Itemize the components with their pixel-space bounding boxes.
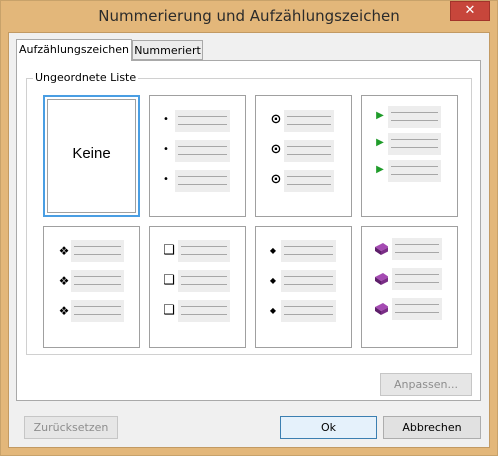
- green-triangle-bullet-icon: ▶: [376, 164, 384, 175]
- dialog-title: Nummerierung und Aufzählungszeichen: [98, 7, 400, 25]
- style-small-dot[interactable]: • • •: [149, 95, 246, 217]
- tab-panel: Ungeordnete Liste Keine • • • ⊙ ⊙ ⊙ ▶ ▶ …: [16, 60, 481, 401]
- close-icon: ✕: [464, 3, 476, 18]
- four-diamond-bullet-icon: ❖: [58, 274, 70, 288]
- small-dot-bullet-icon: •: [163, 114, 169, 125]
- small-diamond-bullet-icon: ◆: [269, 276, 277, 285]
- ok-button[interactable]: Ok: [280, 416, 377, 439]
- four-diamond-bullet-icon: ❖: [58, 304, 70, 318]
- style-hollow-square[interactable]: ❑ ❑ ❑: [149, 226, 246, 348]
- small-diamond-bullet-icon: ◆: [269, 246, 277, 255]
- customize-button[interactable]: Anpassen...: [380, 373, 472, 396]
- purple-book-bullet-icon: [375, 303, 388, 315]
- cancel-button[interactable]: Abbrechen: [383, 416, 481, 439]
- hollow-square-bullet-icon: ❑: [163, 243, 175, 258]
- circled-dot-bullet-icon: ⊙: [270, 172, 282, 187]
- circled-dot-bullet-icon: ⊙: [270, 112, 282, 127]
- small-dot-bullet-icon: •: [163, 174, 169, 185]
- close-button[interactable]: ✕: [450, 1, 490, 21]
- style-four-diamond[interactable]: ❖ ❖ ❖: [43, 226, 140, 348]
- style-green-triangle[interactable]: ▶ ▶ ▶: [361, 95, 458, 217]
- style-small-diamond[interactable]: ◆ ◆ ◆: [255, 226, 352, 348]
- small-dot-bullet-icon: •: [163, 144, 169, 155]
- green-triangle-bullet-icon: ▶: [376, 137, 384, 148]
- purple-book-bullet-icon: [375, 273, 388, 285]
- unordered-list-group: Ungeordnete Liste Keine • • • ⊙ ⊙ ⊙ ▶ ▶ …: [26, 71, 472, 355]
- green-triangle-bullet-icon: ▶: [376, 110, 384, 121]
- tab-nummeriert[interactable]: Nummeriert: [132, 40, 203, 60]
- style-purple-book[interactable]: [361, 226, 458, 348]
- purple-book-bullet-icon: [375, 243, 388, 255]
- title-bar[interactable]: Nummerierung und Aufzählungszeichen ✕: [1, 1, 497, 32]
- style-none[interactable]: Keine: [43, 95, 140, 217]
- hollow-square-bullet-icon: ❑: [163, 273, 175, 288]
- dialog-window: Nummerierung und Aufzählungszeichen ✕ Au…: [0, 0, 498, 456]
- dialog-client-area: Aufzählungszeichen Nummeriert Ungeordnet…: [8, 32, 490, 448]
- tab-aufzaehlungszeichen[interactable]: Aufzählungszeichen: [16, 39, 132, 61]
- group-label: Ungeordnete Liste: [33, 71, 139, 85]
- reset-button[interactable]: Zurücksetzen: [24, 416, 118, 439]
- style-circled-dot[interactable]: ⊙ ⊙ ⊙: [255, 95, 352, 217]
- circled-dot-bullet-icon: ⊙: [270, 142, 282, 157]
- hollow-square-bullet-icon: ❑: [163, 303, 175, 318]
- small-diamond-bullet-icon: ◆: [269, 306, 277, 315]
- four-diamond-bullet-icon: ❖: [58, 244, 70, 258]
- style-none-label: Keine: [72, 145, 111, 162]
